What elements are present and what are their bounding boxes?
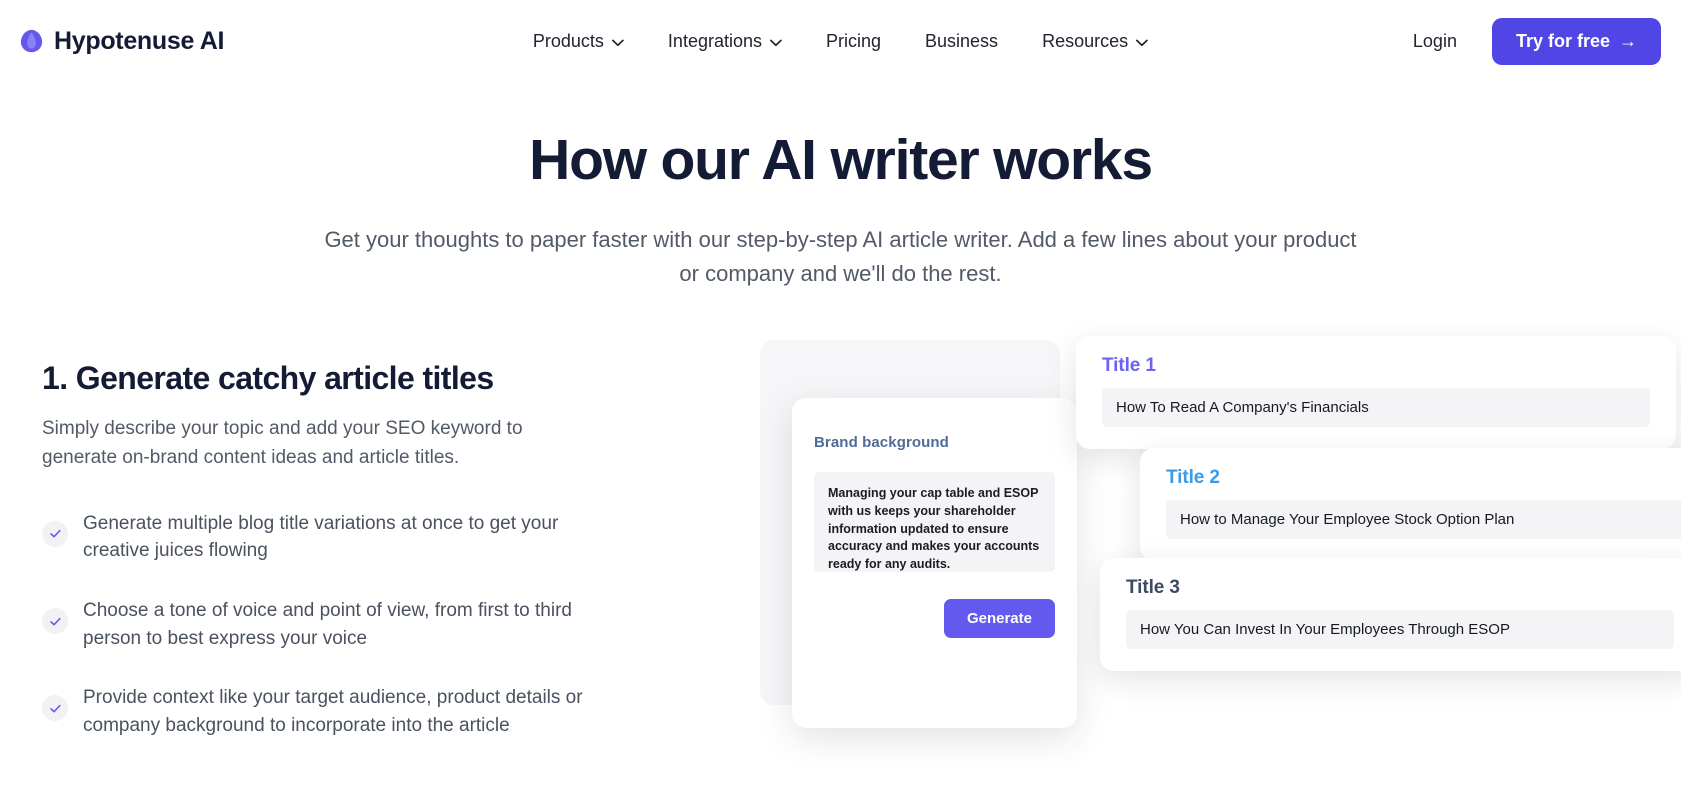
chevron-down-icon <box>1135 39 1148 46</box>
nav-label: Products <box>532 30 604 51</box>
list-item: Generate multiple blog title variations … <box>42 510 682 565</box>
generate-row: Generate <box>814 599 1055 639</box>
step-1-title: 1. Generate catchy article titles <box>42 360 494 397</box>
chevron-down-icon <box>611 39 624 46</box>
title-card-3: Title 3 How You Can Invest In Your Emplo… <box>1100 558 1681 672</box>
check-icon <box>42 608 68 635</box>
title-card-1: Title 1 How To Read A Company's Financia… <box>1076 336 1676 450</box>
generate-button[interactable]: Generate <box>943 599 1055 639</box>
title-3-input[interactable]: How You Can Invest In Your Employees Thr… <box>1126 610 1674 650</box>
nav-label: Pricing <box>825 30 882 51</box>
nav-item-resources[interactable]: Resources <box>1042 31 1148 52</box>
nav-item-integrations[interactable]: Integrations <box>668 31 782 52</box>
product-illustration: Brand background Managing your cap table… <box>760 336 1681 760</box>
step-1-description: Simply describe your topic and add your … <box>42 418 523 469</box>
main-nav: Products Integrations Pricing Business R… <box>533 31 1148 52</box>
hero-section: How our AI writer works Get your thought… <box>0 82 1681 292</box>
step-1-section: 1. Generate catchy article titles Simply… <box>0 336 1681 739</box>
page-title: How our AI writer works <box>529 128 1153 192</box>
hypotenuse-logo-icon <box>20 29 43 52</box>
list-item: Provide context like your target audienc… <box>42 684 682 739</box>
title-1-label: Title 1 <box>1102 355 1156 377</box>
check-icon <box>42 695 68 722</box>
nav-label: Business <box>925 30 999 51</box>
login-link[interactable]: Login <box>1413 31 1457 52</box>
nav-item-pricing[interactable]: Pricing <box>826 31 881 52</box>
title-3-label: Title 3 <box>1126 577 1180 599</box>
list-item-label: Provide context like your target audienc… <box>83 687 583 736</box>
title-2-input[interactable]: How to Manage Your Employee Stock Option… <box>1166 500 1681 540</box>
title-2-label: Title 2 <box>1166 467 1220 489</box>
brand-background-textarea[interactable]: Managing your cap table and ESOP with us… <box>814 472 1055 573</box>
title-card-2: Title 2 How to Manage Your Employee Stoc… <box>1140 448 1681 562</box>
header-actions: Login Try for free → <box>1413 17 1661 65</box>
brand-logo[interactable]: Hypotenuse AI <box>18 26 225 56</box>
step-1-feature-list: Generate multiple blog title variations … <box>42 510 682 739</box>
site-header: Hypotenuse AI Products Integrations Pric… <box>0 0 1681 82</box>
arrow-right-icon: → <box>1619 31 1637 51</box>
list-item-label: Generate multiple blog title variations … <box>83 512 559 562</box>
nav-item-products[interactable]: Products <box>533 31 624 52</box>
nav-item-business[interactable]: Business <box>925 31 998 52</box>
brand-background-label: Brand background <box>814 434 949 452</box>
try-for-free-button[interactable]: Try for free → <box>1491 17 1661 65</box>
list-item: Choose a tone of voice and point of view… <box>42 597 682 652</box>
chevron-down-icon <box>769 39 782 46</box>
cta-label: Try for free <box>1515 30 1610 51</box>
step-1-text-column: 1. Generate catchy article titles Simply… <box>42 360 682 739</box>
list-item-label: Choose a tone of voice and point of view… <box>83 600 572 649</box>
page-subtitle: Get your thoughts to paper faster with o… <box>324 226 1357 287</box>
check-icon <box>42 520 68 547</box>
nav-label: Integrations <box>667 30 762 51</box>
title-1-input[interactable]: How To Read A Company's Financials <box>1102 388 1650 428</box>
brand-background-card: Brand background Managing your cap table… <box>792 398 1077 729</box>
brand-name: Hypotenuse AI <box>54 26 225 55</box>
nav-label: Resources <box>1042 30 1129 51</box>
